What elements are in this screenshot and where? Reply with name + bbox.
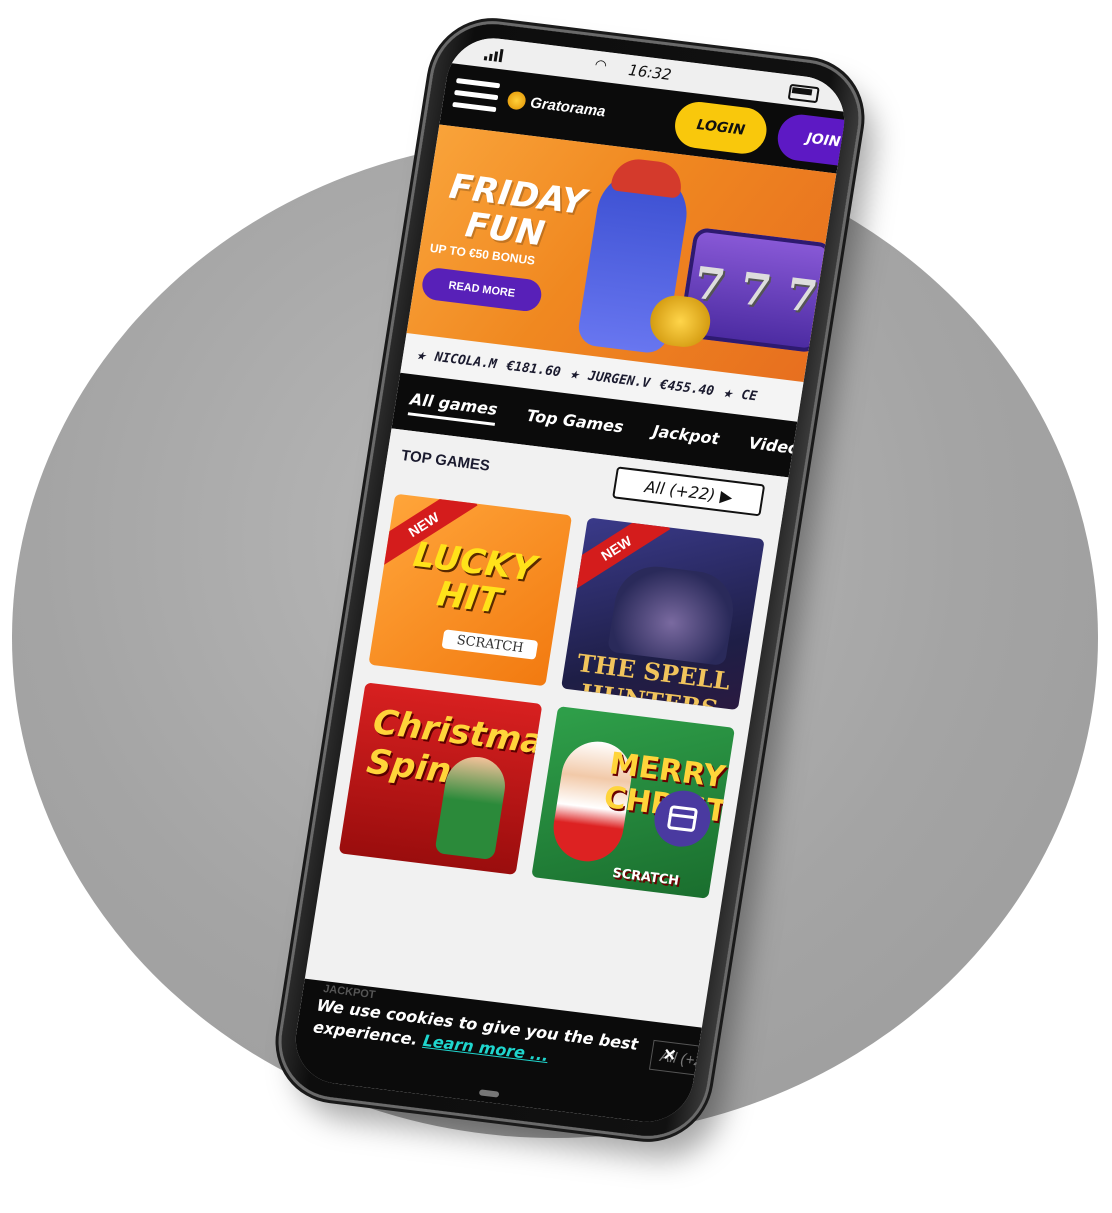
game-card-lucky-hit[interactable]: LUCKY HIT SCRATCH NEW bbox=[368, 493, 573, 687]
game-card-merry-christmas[interactable]: MERRY CHRIST SCRATCH bbox=[531, 706, 735, 899]
slot-symbol: 7 bbox=[782, 268, 821, 323]
logo[interactable]: Gratorama bbox=[506, 90, 607, 121]
star-icon: ★ bbox=[416, 347, 427, 363]
view-all-button[interactable]: All (+22) ▶ bbox=[612, 466, 766, 517]
cookie-message: We use cookies to give you the best expe… bbox=[312, 994, 665, 1080]
ticker-name: JURGEN.V bbox=[586, 368, 652, 391]
star-icon: ★ bbox=[569, 366, 580, 382]
game-subtitle: SCRATCH bbox=[441, 629, 539, 660]
login-button[interactable]: LOGIN bbox=[671, 99, 770, 157]
read-more-button[interactable]: READ MORE bbox=[420, 266, 544, 313]
slot-symbol: 7 bbox=[736, 262, 775, 318]
home-indicator bbox=[478, 1089, 500, 1098]
tab-video-slots[interactable]: Video S bbox=[747, 433, 797, 464]
game-card-spell-hunters[interactable]: THE SPELL HUNTERS NEW bbox=[561, 517, 765, 711]
ticker-amount: €455.40 bbox=[658, 377, 716, 399]
tab-all-games[interactable]: All games bbox=[407, 389, 499, 426]
logo-text: Gratorama bbox=[529, 93, 607, 120]
ticker-name: CE bbox=[740, 387, 759, 404]
game-card-christmas-spin[interactable]: Christmas Spin bbox=[338, 682, 543, 875]
logo-mark-icon bbox=[506, 90, 527, 111]
tab-top-games[interactable]: Top Games bbox=[525, 405, 625, 440]
star-icon: ★ bbox=[722, 385, 733, 401]
chat-icon bbox=[666, 805, 699, 833]
cookie-banner: JACKPOT All (+2) ▶ We use cookies to giv… bbox=[289, 978, 773, 1127]
banner-title: FRIDAY FUN bbox=[441, 167, 589, 257]
ticker-name: NICOLA.M bbox=[433, 349, 498, 372]
section-title: TOP GAMES bbox=[400, 446, 492, 475]
games-grid: LUCKY HIT SCRATCH NEW THE SPELL HUNTERS … bbox=[323, 478, 780, 910]
battery-icon bbox=[787, 83, 820, 104]
characters-illustration bbox=[607, 562, 739, 666]
join-button[interactable]: JOIN bbox=[774, 112, 851, 169]
menu-icon[interactable] bbox=[451, 78, 501, 119]
game-subtitle: SCRATCH bbox=[611, 865, 681, 889]
ticker-amount: €181.60 bbox=[505, 358, 562, 380]
tab-jackpot[interactable]: Jackpot bbox=[651, 421, 721, 452]
